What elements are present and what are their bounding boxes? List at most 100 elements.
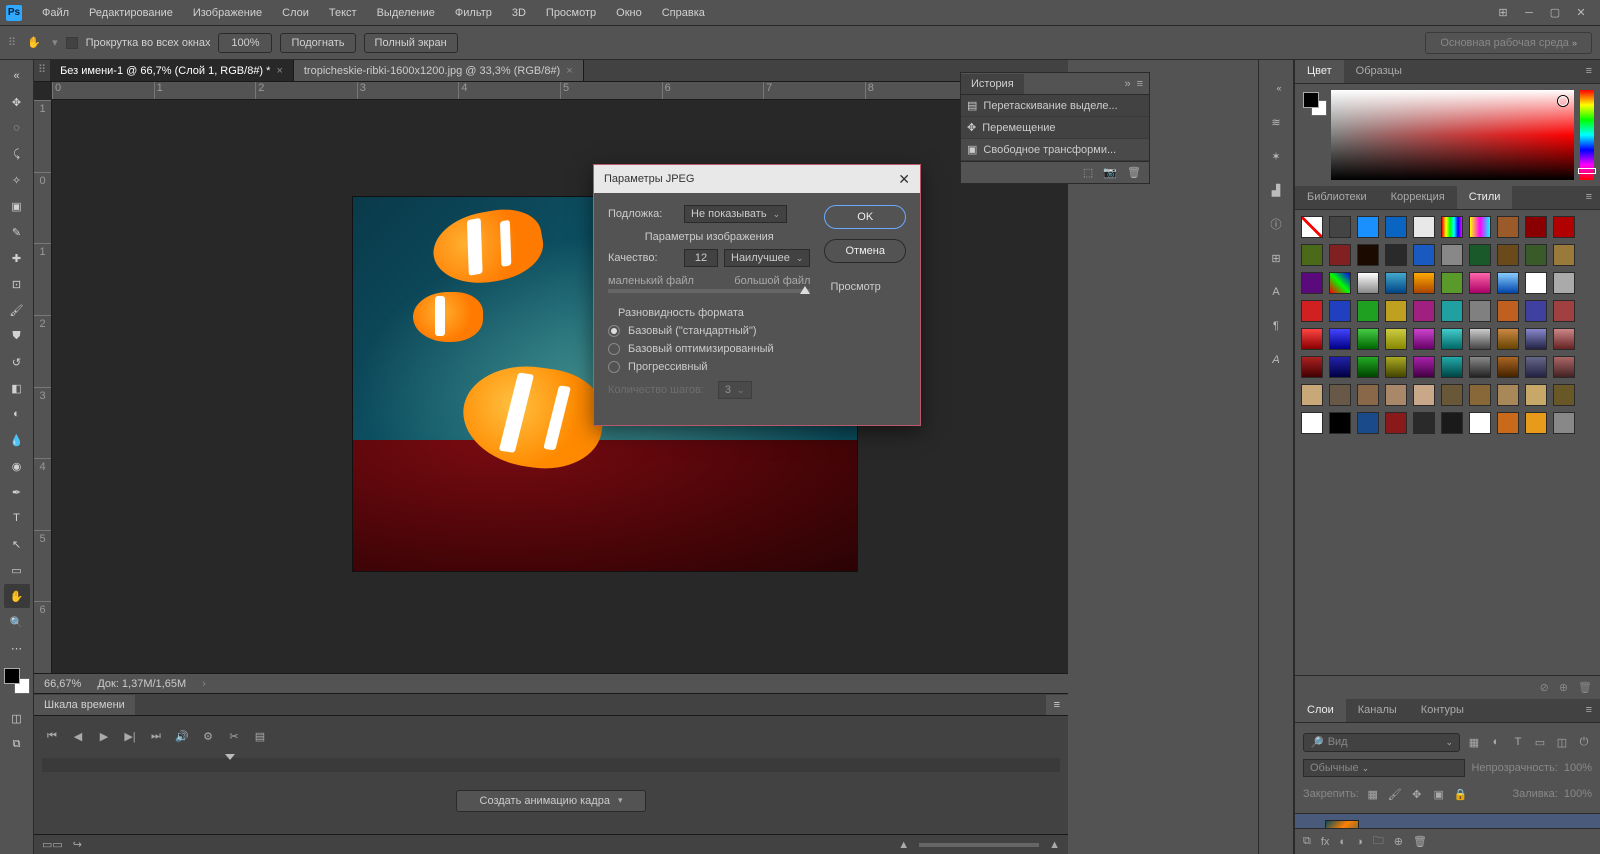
style-swatch[interactable] [1469,300,1491,322]
tl-play-icon[interactable]: ▶ [96,728,112,744]
expand-arrow-icon[interactable]: « [1269,78,1289,98]
styles-trash-icon[interactable]: 🗑 [1578,681,1592,694]
layers-menu-icon[interactable]: ≡ [1578,699,1600,722]
color-spectrum[interactable] [1331,90,1574,180]
style-swatch[interactable] [1385,412,1407,434]
tl-first-icon[interactable]: ⏮ [44,728,60,744]
style-swatch[interactable] [1553,412,1575,434]
tab-swatches[interactable]: Образцы [1344,60,1414,83]
filter-adjust-icon[interactable]: ◐ [1488,734,1504,750]
close-icon[interactable]: ✕ [1568,4,1594,22]
color-menu-icon[interactable]: ≡ [1578,60,1600,83]
style-swatch[interactable] [1441,244,1463,266]
style-swatch[interactable] [1301,384,1323,406]
radio-baseline[interactable]: Базовый ("стандартный") [608,325,810,337]
fit-button[interactable]: Подогнать [280,33,355,53]
history-snapshot-icon[interactable]: ⬚ [1083,166,1093,179]
style-swatch[interactable] [1525,300,1547,322]
hue-slider[interactable] [1580,90,1594,180]
tab-color[interactable]: Цвет [1295,60,1344,83]
blend-mode-select[interactable]: Обычные ⌄ [1303,759,1465,777]
style-swatch[interactable] [1357,412,1379,434]
paragraph-panel-icon[interactable]: ¶ [1266,316,1286,336]
doc-grip-icon[interactable]: ⠿ [8,36,16,49]
style-swatch[interactable] [1553,384,1575,406]
style-swatch[interactable] [1553,244,1575,266]
new-layer-icon[interactable]: ⊕ [1394,835,1403,848]
status-docsize[interactable]: Док: 1,37M/1,65M [97,678,186,690]
style-swatch[interactable] [1441,412,1463,434]
group-icon[interactable]: 🗀 [1373,832,1384,851]
tl-convert-icon[interactable]: ↪ [73,838,82,851]
style-swatch[interactable] [1413,216,1435,238]
style-swatch[interactable] [1553,300,1575,322]
style-swatch[interactable] [1469,328,1491,350]
menu-filter[interactable]: Фильтр [445,3,502,23]
tl-settings-icon[interactable]: ⚙ [200,728,216,744]
tab-layers[interactable]: Слои [1295,699,1346,722]
history-tab[interactable]: История [961,74,1024,94]
tl-audio-icon[interactable]: 🔊 [174,728,190,744]
tab-styles[interactable]: Стили [1457,186,1513,209]
menu-file[interactable]: Файл [32,3,79,23]
lock-trans-icon[interactable]: ▦ [1365,786,1381,802]
dialog-titlebar[interactable]: Параметры JPEG ✕ [594,165,920,193]
filter-shape-icon[interactable]: ▭ [1532,734,1548,750]
style-swatch[interactable] [1329,300,1351,322]
screenmode-icon[interactable]: ⧉ [4,732,30,756]
style-swatch[interactable] [1385,244,1407,266]
menu-3d[interactable]: 3D [502,3,536,23]
style-swatch[interactable] [1553,356,1575,378]
color-swatches-icon[interactable] [4,668,30,694]
lasso-tool-icon[interactable]: ⤹ [4,142,30,166]
ok-button[interactable]: OK [824,205,906,229]
quality-input[interactable]: 12 [684,249,718,267]
styles-new-icon[interactable]: ⊕ [1559,681,1568,694]
style-swatch[interactable] [1441,328,1463,350]
style-swatch[interactable] [1357,300,1379,322]
style-swatch[interactable] [1385,356,1407,378]
tl-next-icon[interactable]: ▶| [122,728,138,744]
more-tools-icon[interactable]: ⋯ [4,636,30,660]
tab-close-icon[interactable]: × [276,65,282,77]
style-swatch[interactable] [1301,272,1323,294]
styles-clear-icon[interactable]: ⊘ [1540,681,1549,694]
style-swatch[interactable] [1413,412,1435,434]
menu-layers[interactable]: Слои [272,3,319,23]
style-swatch[interactable] [1301,356,1323,378]
tl-zoom-in-icon[interactable]: ▲ [1049,839,1060,851]
style-swatch[interactable] [1329,216,1351,238]
quickmask-icon[interactable]: ◫ [4,706,30,730]
text-tool-icon[interactable]: T [4,506,30,530]
style-swatch[interactable] [1441,272,1463,294]
create-animation-button[interactable]: Cоздать анимацию кадра▾ [456,790,646,812]
pen-tool-icon[interactable]: ✒ [4,480,30,504]
style-swatch[interactable] [1525,272,1547,294]
style-swatch[interactable] [1525,328,1547,350]
workspace-switcher[interactable]: Основная рабочая среда » [1425,32,1592,54]
matte-dropdown[interactable]: Не показывать⌄ [684,205,787,223]
style-swatch[interactable] [1329,356,1351,378]
style-swatch[interactable] [1357,244,1379,266]
style-swatch[interactable] [1497,328,1519,350]
filter-toggle-icon[interactable]: ⏻ [1576,734,1592,750]
minimize-icon[interactable]: ─ [1516,4,1542,22]
history-row[interactable]: ▤Перетаскивание выделе... [961,95,1149,117]
heal-tool-icon[interactable]: ✚ [4,246,30,270]
style-swatch[interactable] [1525,244,1547,266]
shape-tool-icon[interactable]: ▭ [4,558,30,582]
style-swatch[interactable] [1525,384,1547,406]
crop-tool-icon[interactable]: ▣ [4,194,30,218]
grid-icon[interactable]: ⊞ [1490,4,1516,22]
history-collapse-icon[interactable]: » [1124,78,1130,90]
ruler-horizontal[interactable]: 0123456789 [52,82,1068,100]
style-swatch[interactable] [1413,244,1435,266]
zoom-input[interactable]: 100% [218,33,272,53]
menu-text[interactable]: Текст [319,3,367,23]
styles-menu-icon[interactable]: ≡ [1578,186,1600,209]
style-swatch[interactable] [1497,412,1519,434]
style-swatch[interactable] [1441,300,1463,322]
style-swatch[interactable] [1357,328,1379,350]
style-swatch[interactable] [1553,216,1575,238]
history-row[interactable]: ▣Свободное трансформи... [961,139,1149,161]
